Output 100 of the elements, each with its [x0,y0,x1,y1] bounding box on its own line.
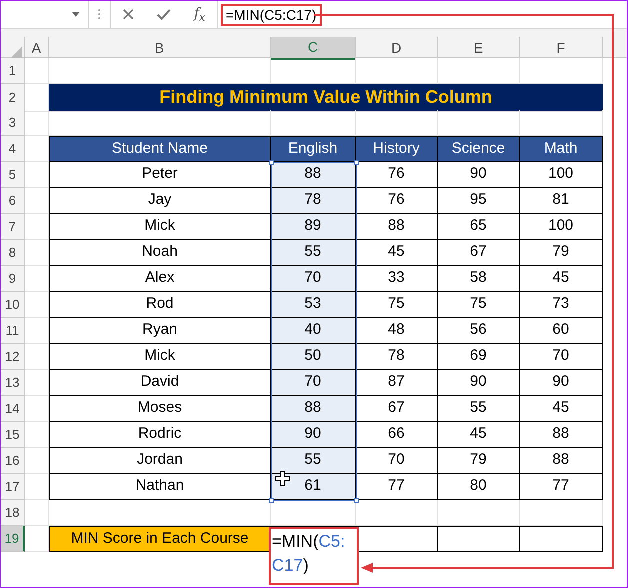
table-cell: 76 [356,188,438,214]
table-cell: 40 [271,318,356,344]
table-cell: 88 [271,396,356,422]
check-icon[interactable] [156,9,171,20]
table-cell: 89 [271,214,356,240]
table-cell: 60 [520,318,603,344]
row-header[interactable]: 6 [1,188,25,214]
table-cell: 76 [356,162,438,188]
column-header[interactable]: F [520,37,603,60]
row-header[interactable]: 1 [1,58,25,84]
table-cell: Mick [49,344,271,370]
table-cell: Rod [49,292,271,318]
row-header[interactable]: 13 [1,370,25,396]
table-cell: 95 [438,188,520,214]
table-cell: 100 [520,162,603,188]
table-cell: 78 [356,344,438,370]
row-header[interactable]: 15 [1,422,25,448]
column-header[interactable]: D [356,37,438,60]
row-header[interactable]: 9 [1,266,25,292]
table-cell: 45 [356,240,438,266]
column-heading: History [356,136,438,162]
row-header[interactable]: 18 [1,500,25,526]
table-cell: 77 [356,474,438,500]
column-heading: English [271,136,356,162]
table-cell: Jay [49,188,271,214]
table-cell: Peter [49,162,271,188]
table-cell: 58 [438,266,520,292]
table-cell: 45 [520,396,603,422]
cross-cursor-icon [275,471,291,487]
table-cell: 67 [356,396,438,422]
table-cell: 70 [271,370,356,396]
table-cell: Noah [49,240,271,266]
table-cell: 70 [520,344,603,370]
table-cell: 69 [438,344,520,370]
table-cell: Jordan [49,448,271,474]
table-cell: 79 [520,240,603,266]
cancel-icon[interactable] [122,9,134,20]
table-cell: 88 [271,162,356,188]
table-cell: 73 [520,292,603,318]
row-header[interactable]: 17 [1,474,25,500]
table-cell: 55 [271,240,356,266]
column-heading: Science [438,136,520,162]
table-cell: 100 [520,214,603,240]
table-cell: 70 [271,266,356,292]
table-cell: 88 [520,448,603,474]
dropdown-caret-icon[interactable] [72,12,80,17]
table-cell: 61 [271,474,356,500]
row-header[interactable]: 7 [1,214,25,240]
table-cell: 78 [271,188,356,214]
table-cell: 90 [438,370,520,396]
table-cell: Mick [49,214,271,240]
row-header[interactable]: 19 [1,526,25,552]
table-cell: 90 [438,162,520,188]
table-cell: 90 [271,422,356,448]
row-header[interactable]: 10 [1,292,25,318]
table-cell: 50 [271,344,356,370]
sheet-title: Finding Minimum Value Within Column [160,86,492,109]
column-heading: Math [520,136,603,162]
table-cell: 75 [356,292,438,318]
table-cell: 77 [520,474,603,500]
table-cell: David [49,370,271,396]
table-cell: 90 [520,370,603,396]
row-header[interactable]: 8 [1,240,25,266]
row-header[interactable]: 3 [1,110,25,136]
column-header[interactable]: E [438,37,520,60]
table-cell: 45 [520,266,603,292]
table-cell: 75 [438,292,520,318]
table-cell: Alex [49,266,271,292]
table-cell: 45 [438,422,520,448]
row-header[interactable]: 11 [1,318,25,344]
table-cell: 67 [438,240,520,266]
formula-field[interactable]: =MIN(C5:C17) [221,4,322,26]
column-header[interactable]: C [271,37,356,60]
table-cell: 81 [520,188,603,214]
table-cell: Moses [49,396,271,422]
row-header[interactable]: 14 [1,396,25,422]
table-cell: Ryan [49,318,271,344]
empty-cell [25,58,49,84]
row-header[interactable]: 16 [1,448,25,474]
table-cell: 48 [356,318,438,344]
table-cell: Rodric [49,422,271,448]
drag-handle-icon[interactable] [98,9,101,20]
table-cell: 79 [438,448,520,474]
summary-label: MIN Score in Each Course [49,526,271,552]
table-cell: 88 [520,422,603,448]
row-header[interactable]: 12 [1,344,25,370]
table-cell: 80 [438,474,520,500]
row-header[interactable]: 2 [1,84,25,112]
editing-cell[interactable]: =MIN(C5: C17) [269,527,359,585]
table-cell: 33 [356,266,438,292]
table-cell: 87 [356,370,438,396]
table-cell: 53 [271,292,356,318]
insert-function-button[interactable]: f$_{x}$ [194,4,206,25]
row-header[interactable]: 5 [1,162,25,188]
table-cell: 66 [356,422,438,448]
row-header[interactable]: 4 [1,136,25,162]
table-cell: Nathan [49,474,271,500]
empty-cell [25,500,49,526]
table-cell: 55 [271,448,356,474]
table-cell: 56 [438,318,520,344]
